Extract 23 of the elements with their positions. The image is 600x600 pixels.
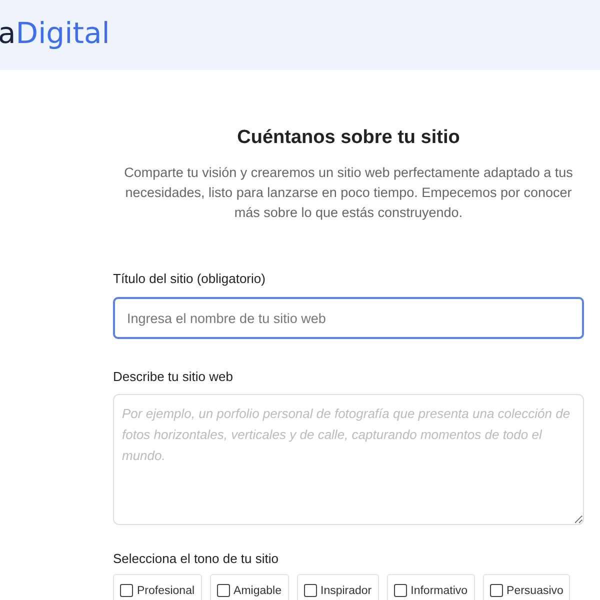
checkbox[interactable]	[304, 584, 316, 597]
page-heading: Cuéntanos sobre tu sitio	[236, 127, 461, 149]
field-label: Describe tu sitio web	[113, 369, 234, 384]
tone-option[interactable]: Informativo	[386, 574, 475, 600]
option-label: Informativo	[410, 584, 468, 596]
field-label: Título del sitio (obligatorio)	[113, 271, 266, 286]
option-label: Inspirador	[320, 584, 372, 596]
checkbox[interactable]	[120, 584, 133, 597]
tone-option[interactable]: Inspirador	[296, 574, 379, 600]
logo[interactable]: aDigital	[0, 16, 110, 54]
tone-option[interactable]: Persuasivo	[482, 574, 570, 600]
checkbox[interactable]	[490, 584, 503, 597]
checkbox[interactable]	[394, 584, 407, 597]
field-label: Selecciona el tono de tu sitio	[113, 551, 280, 566]
intro-text: Comparte tu visión y crearemos un sitio web perfectamente adaptado a tus necesidades, listo para lanzarse en poco tiempo. Empecemos por conocer más sobre lo que estás construyendo.	[123, 164, 574, 222]
option-label: Profesional	[137, 584, 195, 596]
checkbox[interactable]	[216, 584, 230, 597]
tone-option[interactable]: Amigable	[210, 574, 288, 600]
option-label: Amigable	[234, 584, 282, 596]
option-label: Persuasivo	[506, 584, 564, 596]
input-field[interactable]: Ingresa el nombre de tu sitio web	[113, 297, 584, 339]
text-area[interactable]: Por ejemplo, un porfolio personal de fotografía que presenta una colección de fotos horizontales, verticales y de calle, capturando momentos de todo el mundo.	[113, 394, 584, 525]
tone-option[interactable]: Profesional	[113, 574, 202, 600]
